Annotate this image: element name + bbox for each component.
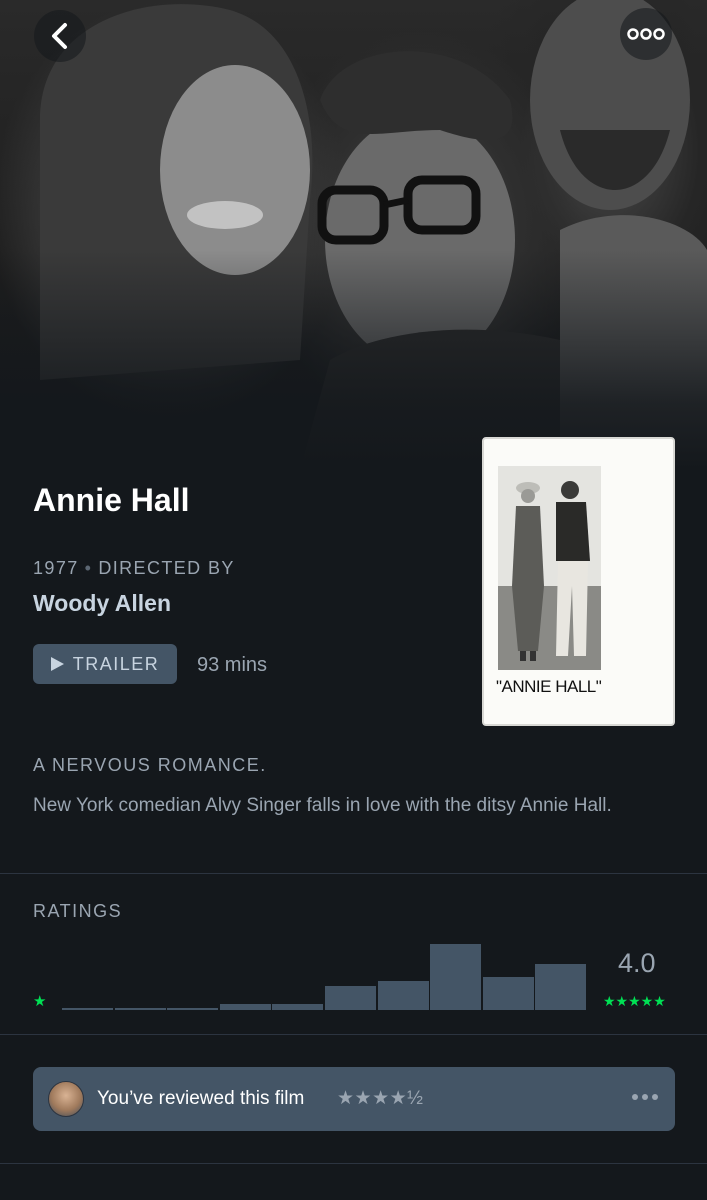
histogram-bar[interactable] — [482, 977, 534, 1010]
histogram-bar[interactable] — [535, 964, 587, 1010]
low-rating-star-icon: ★ — [33, 993, 47, 1010]
film-title: Annie Hall — [33, 482, 190, 518]
tagline: A NERVOUS ROMANCE. — [33, 755, 267, 775]
play-icon — [50, 657, 64, 671]
separator-dot: • — [84, 558, 93, 578]
more-horizontal-icon — [627, 28, 665, 40]
divider — [0, 1034, 707, 1035]
histogram-bar[interactable] — [377, 981, 429, 1010]
poster-photo — [498, 466, 601, 670]
chevron-left-icon — [52, 23, 67, 49]
synopsis: New York comedian Alvy Singer falls in l… — [33, 795, 612, 816]
back-button[interactable] — [34, 10, 86, 62]
director-name[interactable]: Woody Allen — [33, 590, 171, 617]
runtime: 93 mins — [197, 654, 268, 676]
histogram-bar[interactable] — [62, 1008, 113, 1010]
review-status-text: You’ve reviewed this film — [97, 1088, 305, 1109]
histogram-bar[interactable] — [272, 1004, 324, 1010]
directed-by-label: DIRECTED BY — [98, 558, 235, 578]
trailer-label: TRAILER — [72, 653, 160, 674]
release-director-line: 1977 • DIRECTED BY — [33, 558, 235, 579]
average-rating: 4.0 — [618, 948, 656, 978]
divider — [0, 1163, 707, 1164]
high-rating-stars-icon: ★★★★★ — [603, 993, 666, 1009]
histogram-bar[interactable] — [430, 944, 482, 1010]
backdrop-image — [0, 0, 707, 470]
review-star-rating: ★★★★½ — [337, 1088, 424, 1109]
histogram-bar[interactable] — [167, 1008, 219, 1010]
more-options-button[interactable] — [620, 8, 672, 60]
ratings-label: RATINGS — [33, 901, 123, 921]
divider — [0, 873, 707, 874]
more-horizontal-icon — [632, 1094, 658, 1100]
trailer-button[interactable]: TRAILER — [33, 644, 177, 684]
ratings-histogram[interactable] — [62, 940, 588, 1010]
avatar — [48, 1081, 84, 1117]
review-more-button[interactable] — [631, 1089, 659, 1107]
histogram-bar[interactable] — [325, 986, 376, 1010]
poster-title-text: "ANNIE HALL" — [496, 677, 602, 696]
film-poster[interactable]: "ANNIE HALL" — [482, 437, 675, 726]
histogram-bar[interactable] — [219, 1004, 271, 1010]
histogram-bar[interactable] — [114, 1008, 166, 1010]
your-review-bar[interactable]: You’ve reviewed this film ★★★★½ — [33, 1067, 675, 1131]
release-year[interactable]: 1977 — [33, 558, 79, 578]
